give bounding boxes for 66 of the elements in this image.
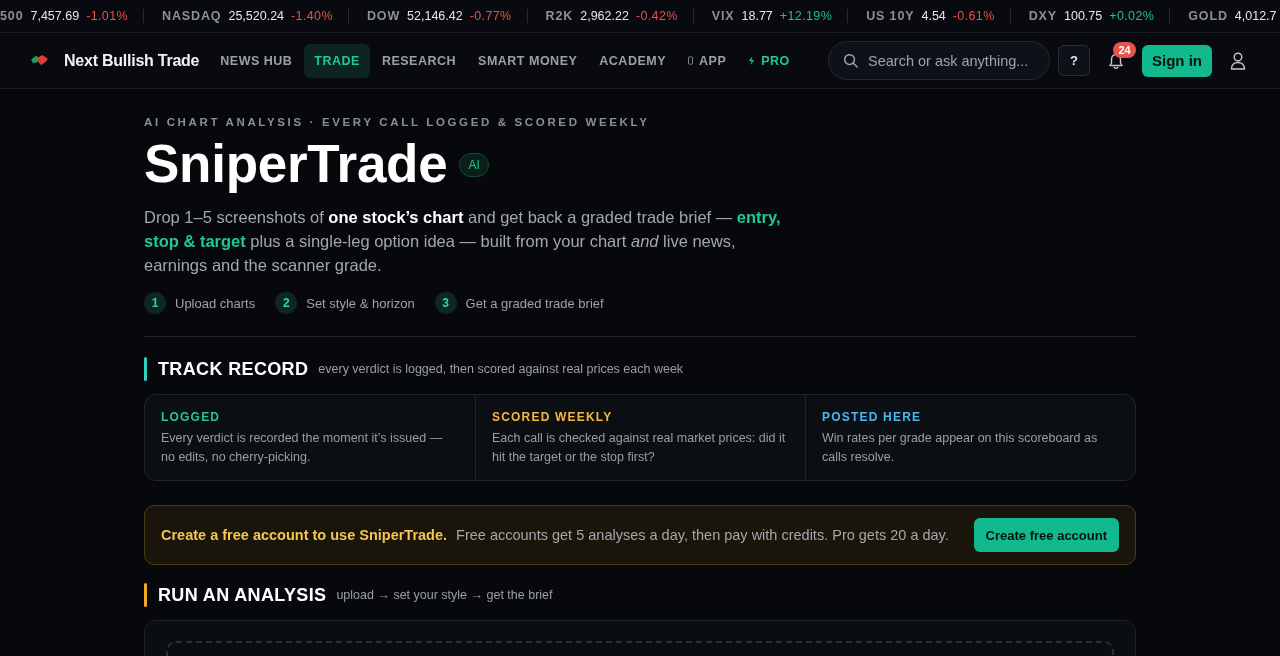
phone-icon <box>688 56 693 65</box>
bell-icon[interactable] <box>1108 53 1124 70</box>
nav-tab[interactable]: NEWS HUB <box>210 43 303 78</box>
help-button[interactable]: ? <box>1058 45 1090 76</box>
card-text: Each call is checked against real market prices: did it hit the target or the stop first? <box>492 430 787 466</box>
ticker-value: 100.75 <box>1064 9 1103 23</box>
card-text: Every verdict is recorded the moment it’s issued — no edits, no cherry-picking. <box>161 430 444 466</box>
section-subtitle: upload → set your style → get the brief <box>336 588 553 602</box>
ticker-value: 7,457.69 <box>30 9 80 23</box>
banner-text: Free accounts get 5 analyses a day, then pay with credits. Pro gets 20 a day. <box>456 527 949 543</box>
user-icon[interactable] <box>1230 51 1246 70</box>
nav-tab[interactable]: RESEARCH <box>371 43 467 78</box>
ticker-symbol: NASDAQ <box>162 9 222 23</box>
card-title: SCORED WEEKLY <box>492 409 614 425</box>
sign-in-button[interactable]: Sign in <box>1142 44 1212 77</box>
step-number: 3 <box>434 292 457 314</box>
ticker-value: 4,012.7 <box>1234 9 1277 23</box>
ticker-change: -1.01% <box>86 9 128 23</box>
ticker-value: 25,520.24 <box>228 9 285 23</box>
step-number: 1 <box>144 292 166 314</box>
ticker-value: 2,962.22 <box>580 9 629 23</box>
nav-tab[interactable]: APP <box>678 43 737 78</box>
ticker-value: 18.77 <box>741 9 773 23</box>
section-accent-bar <box>144 357 147 381</box>
ticker-change: -1.40% <box>291 9 333 23</box>
lightning-icon <box>748 56 756 65</box>
ai-badge: AI <box>459 153 489 177</box>
card-title: LOGGED <box>161 409 222 425</box>
ticker-symbol: VIX <box>711 9 735 23</box>
search-icon <box>843 53 858 68</box>
section-title: RUN AN ANALYSIS <box>158 584 327 606</box>
card-title: POSTED HERE <box>822 409 923 425</box>
intro-text: Drop 1–5 screenshots of one stock’s chart and get back a graded trade brief — entry, stop & target plus a single-leg option idea — built from your chart and live news, earnings and the scanner grade. <box>144 207 782 276</box>
card-text: Win rates per grade appear on this scoreboard as calls resolve. <box>822 430 1099 466</box>
nav-tab[interactable]: SMART MONEY <box>468 43 588 78</box>
step-number: 2 <box>275 292 298 314</box>
ticker-symbol: US 10Y <box>866 9 915 23</box>
step-label: Get a graded trade brief <box>465 295 604 311</box>
ticker-change: -0.42% <box>635 9 678 23</box>
create-account-button[interactable]: Create free account <box>973 518 1119 552</box>
section-title: TRACK RECORD <box>158 358 309 380</box>
step-label: Set style & horizon <box>306 295 415 311</box>
ticker-symbol: DOW <box>366 9 401 23</box>
eyebrow-text: AI CHART ANALYSIS · EVERY CALL LOGGED & SCORED WEEKLY <box>144 115 651 129</box>
search-field[interactable]: Search or ask anything... <box>828 41 1050 80</box>
section-accent-bar <box>144 583 147 607</box>
ticker-value: 52,146.42 <box>407 9 463 23</box>
page-title: SniperTrade <box>144 135 448 193</box>
ticker-symbol: 500 <box>0 9 24 23</box>
step-label: Upload charts <box>175 295 256 311</box>
nav-tab[interactable]: ACADEMY <box>589 43 676 78</box>
ticker-change: +12.19% <box>779 9 833 23</box>
logo-icon[interactable] <box>30 54 49 67</box>
notification-badge: 24 <box>1113 42 1136 58</box>
ticker-symbol: GOLD <box>1188 9 1228 23</box>
ticker-change: -0.77% <box>469 9 512 23</box>
nav-tab[interactable]: PRO <box>738 43 800 78</box>
brand-name[interactable]: Next Bullish Trade <box>64 51 200 70</box>
ticker-symbol: DXY <box>1028 9 1057 23</box>
nav-tab[interactable]: TRADE <box>304 43 370 78</box>
banner-headline: Create a free account to use SniperTrade. <box>161 527 448 543</box>
section-subtitle: every verdict is logged, then scored against real prices each week <box>318 362 684 376</box>
ticker-change: +0.02% <box>1109 9 1155 23</box>
ticker-value: 4.54 <box>921 9 946 23</box>
ticker-change: -0.61% <box>952 9 995 23</box>
ticker-symbol: R2K <box>545 9 574 23</box>
